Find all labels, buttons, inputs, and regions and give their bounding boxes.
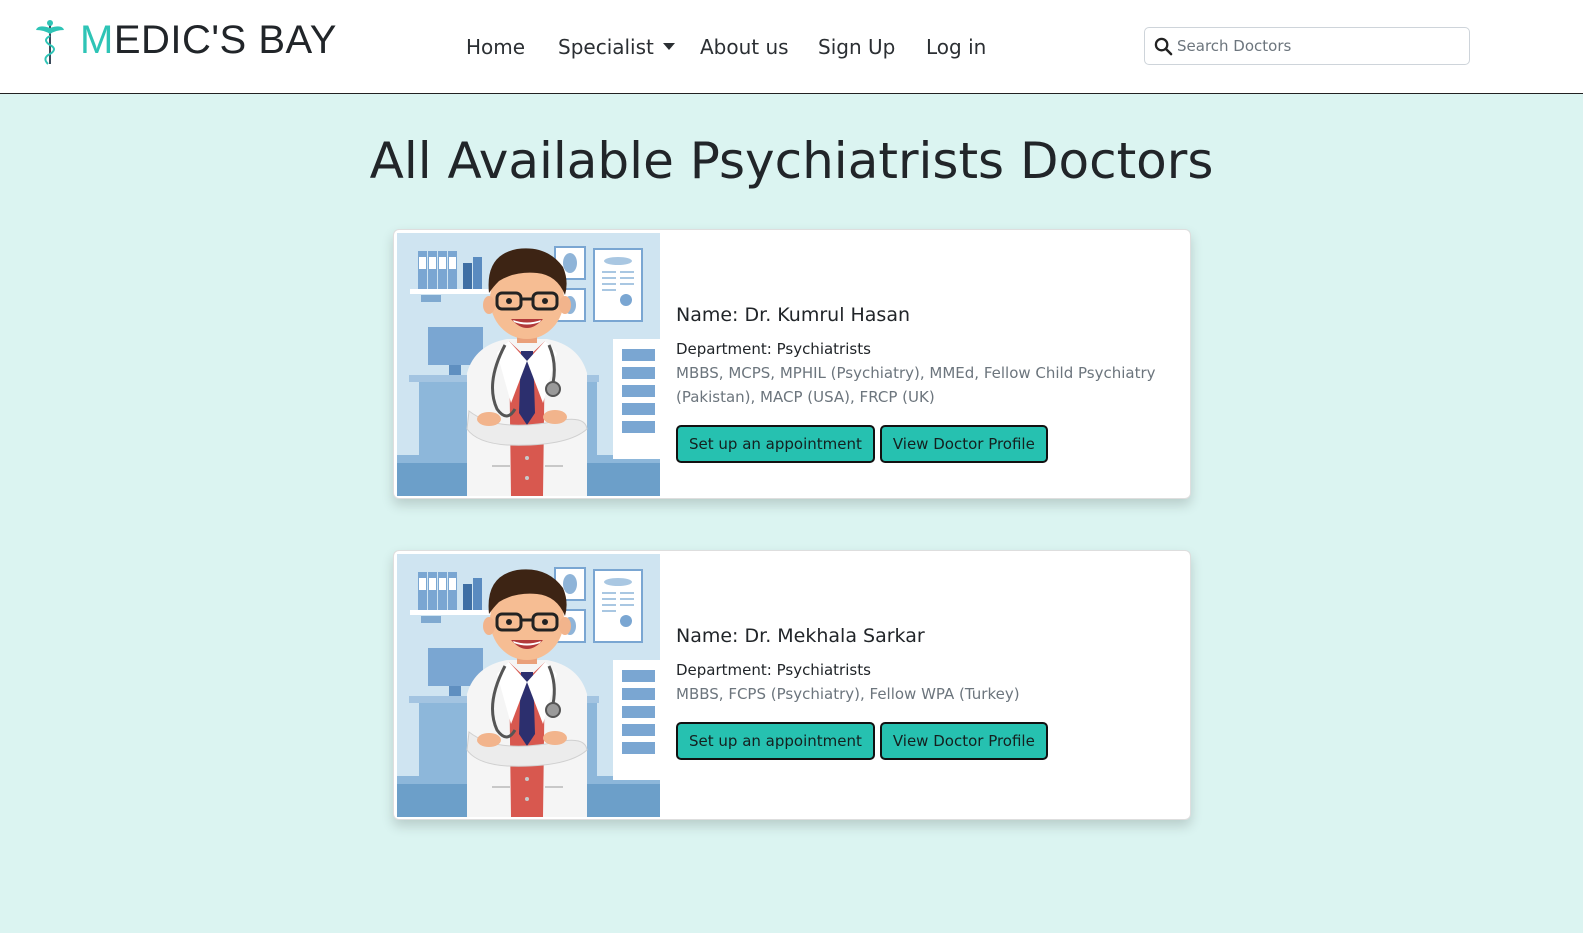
page-title: All Available Psychiatrists Doctors	[369, 132, 1214, 190]
doctor-name: Name: Dr. Kumrul Hasan	[676, 304, 911, 326]
doctor-card-body: Name: Dr. Kumrul Hasan Department: Psych…	[676, 301, 1172, 463]
doctor-card-body: Name: Dr. Mekhala Sarkar Department: Psy…	[676, 622, 1172, 760]
top-navbar: MEDIC'S BAY Home Specialist About us Sig…	[0, 0, 1583, 94]
view-profile-button[interactable]: View Doctor Profile	[879, 722, 1048, 760]
doctor-avatar-image	[397, 554, 660, 817]
search-box	[1144, 27, 1470, 65]
nav-home[interactable]: Home	[466, 33, 525, 61]
brand-name: MEDIC'S BAY	[80, 18, 337, 62]
doctor-qualifications: MBBS, FCPS (Psychiatry), Fellow WPA (Tur…	[676, 685, 1020, 703]
view-profile-button[interactable]: View Doctor Profile	[879, 425, 1048, 463]
doctor-department: Department: Psychiatrists	[676, 340, 871, 358]
search-input[interactable]	[1177, 29, 1462, 63]
doctor-card: Name: Dr. Mekhala Sarkar Department: Psy…	[393, 550, 1191, 820]
set-appointment-button[interactable]: Set up an appointment	[676, 425, 875, 463]
brand-rest: EDIC'S BAY	[113, 18, 337, 62]
nav-about[interactable]: About us	[700, 33, 789, 61]
doctor-qualifications: MBBS, MCPS, MPHIL (Psychiatry), MMEd, Fe…	[676, 364, 1156, 406]
caret-down-icon	[662, 43, 675, 50]
doctor-name: Name: Dr. Mekhala Sarkar	[676, 625, 925, 647]
search-icon	[1154, 37, 1173, 56]
doctor-actions: Set up an appointment View Doctor Profil…	[676, 425, 1172, 463]
doctor-avatar-image	[397, 233, 660, 496]
doctor-card: Name: Dr. Kumrul Hasan Department: Psych…	[393, 229, 1191, 499]
nav-specialist-dropdown[interactable]: Specialist	[558, 33, 675, 61]
doctor-department: Department: Psychiatrists	[676, 661, 871, 679]
brand-first-letter: M	[80, 18, 114, 62]
set-appointment-button[interactable]: Set up an appointment	[676, 722, 875, 760]
nav-specialist-label: Specialist	[558, 35, 654, 59]
caduceus-icon	[36, 20, 64, 65]
nav-login[interactable]: Log in	[926, 33, 986, 61]
nav-signup[interactable]: Sign Up	[818, 33, 895, 61]
brand[interactable]: MEDIC'S BAY	[34, 18, 337, 70]
doctor-actions: Set up an appointment View Doctor Profil…	[676, 722, 1172, 760]
